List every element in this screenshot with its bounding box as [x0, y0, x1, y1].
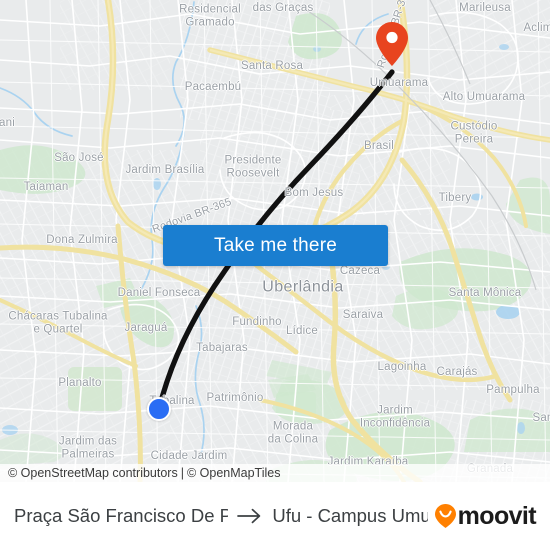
moovit-route-screen: Residencial Gramado das Graças Marileusa Ac…: [0, 0, 550, 550]
openmaptiles-attribution-link[interactable]: © OpenMapTiles: [187, 466, 281, 480]
route-footer: Praça São Francisco De Pau... Ufu - Camp…: [0, 482, 550, 550]
take-me-there-button[interactable]: Take me there: [163, 225, 388, 266]
origin-label: Praça São Francisco De Pau...: [14, 505, 229, 526]
map-canvas[interactable]: Residencial Gramado das Graças Marileusa Ac…: [0, 0, 550, 482]
destination-pin[interactable]: [375, 21, 409, 67]
moovit-logo[interactable]: moovit: [434, 501, 537, 530]
moovit-pin-icon: [434, 504, 456, 528]
attribution-separator: |: [180, 466, 184, 480]
arrow-right-icon: [237, 508, 261, 524]
moovit-wordmark: moovit: [457, 501, 537, 530]
route-endpoints[interactable]: Praça São Francisco De Pau... Ufu - Camp…: [14, 505, 428, 527]
osm-attribution-link[interactable]: © OpenStreetMap contributors: [8, 466, 178, 480]
destination-label: Ufu - Campus Umua...: [272, 505, 428, 526]
map-attribution: © OpenStreetMap contributors | © OpenMapTi…: [0, 464, 550, 482]
origin-marker[interactable]: [147, 397, 171, 421]
